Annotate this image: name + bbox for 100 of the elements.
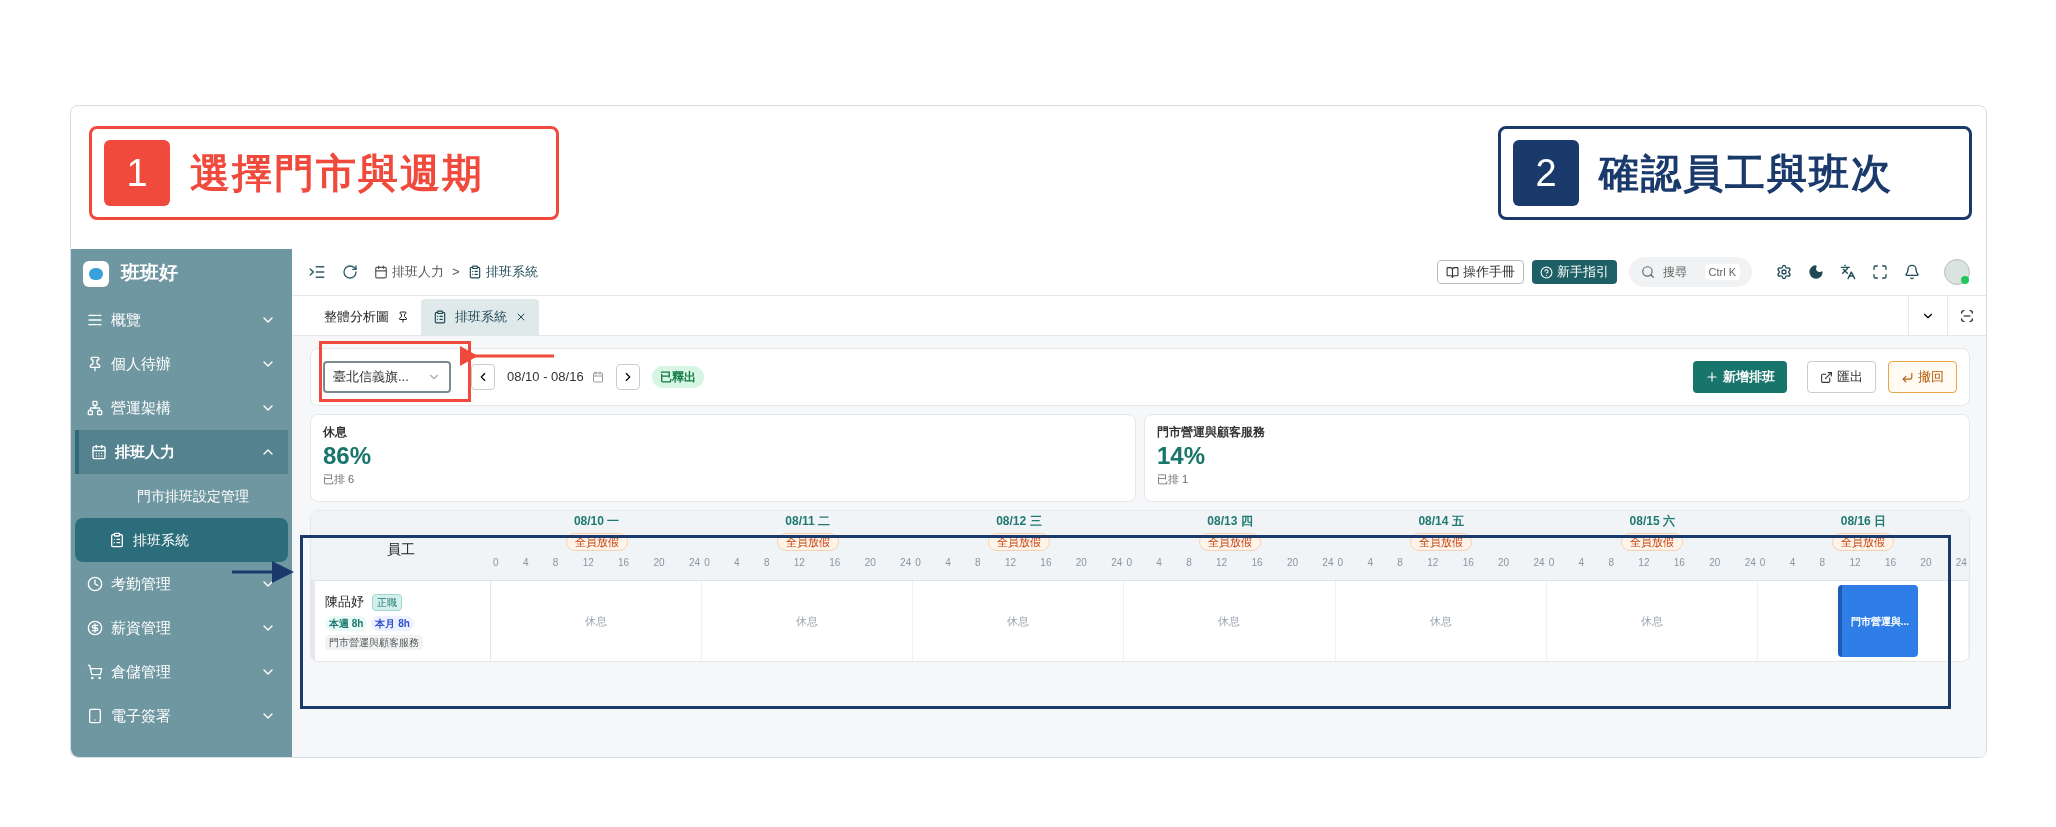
sidebar-subitem[interactable]: 門市排班設定管理 xyxy=(75,474,288,518)
hour-tick: 4 xyxy=(734,556,740,570)
hour-tick: 4 xyxy=(1367,556,1373,570)
sidebar-item[interactable]: 考勤管理 xyxy=(75,562,288,606)
sidebar-item[interactable]: 排班人力 xyxy=(75,430,288,474)
hour-tick: 12 xyxy=(582,556,594,570)
hour-tick: 16 xyxy=(829,556,841,570)
rest-label: 休息 xyxy=(1218,613,1241,629)
hour-tick: 24 xyxy=(1322,556,1334,570)
step-number: 1 xyxy=(104,140,170,206)
hour-tick: 24 xyxy=(688,556,701,570)
hour-tick: 16 xyxy=(1462,556,1474,570)
sidebar-item[interactable]: 薪資管理 xyxy=(75,606,288,650)
breadcrumb-link[interactable]: 排班人力 xyxy=(392,262,444,282)
hour-tick: 0 xyxy=(1548,556,1555,570)
search-icon xyxy=(1640,265,1655,279)
menu-icon[interactable] xyxy=(308,263,326,281)
sidebar-item[interactable]: 個人待辦 xyxy=(75,342,288,386)
callout-title: 確認員工與班次 xyxy=(1599,150,1893,197)
hour-tick: 24 xyxy=(1744,556,1756,570)
sidebar-item[interactable]: 倉儲管理 xyxy=(75,650,288,694)
hour-tick: 12 xyxy=(793,556,805,570)
moon-icon[interactable] xyxy=(1808,264,1824,280)
search-field[interactable]: 搜尋 xyxy=(1662,263,1697,281)
hour-tick: 20 xyxy=(1920,556,1932,570)
hour-tick: 16 xyxy=(618,556,630,570)
role-tag: 門市營運與顧客服務 xyxy=(325,634,423,650)
clipboard-icon xyxy=(109,532,125,548)
hour-tick: 4 xyxy=(1789,556,1796,570)
next-week-button[interactable] xyxy=(615,364,640,390)
scan-icon[interactable] xyxy=(1960,308,1974,323)
hour-tick: 24 xyxy=(1533,556,1545,570)
menu-item-icon xyxy=(91,444,107,460)
refresh-icon[interactable] xyxy=(342,264,358,280)
hour-tick: 4 xyxy=(1578,556,1585,570)
hour-tick: 4 xyxy=(945,556,951,570)
pin-icon[interactable] xyxy=(397,311,409,323)
pointer-arrow xyxy=(232,561,294,583)
hour-tick: 0 xyxy=(915,556,921,570)
menu-item-icon xyxy=(87,620,103,636)
stat-count: 已排 6 xyxy=(323,472,356,487)
revoke-button[interactable]: 撤回 xyxy=(1888,361,1957,393)
menu-item-icon xyxy=(87,312,103,328)
employee-name: 陳品妤 xyxy=(325,593,364,612)
breadcrumb-separator: > xyxy=(452,263,460,282)
settings-icon[interactable] xyxy=(1776,264,1792,280)
export-icon xyxy=(1820,370,1833,384)
hour-tick: 16 xyxy=(1673,556,1685,570)
stat-percent: 14% xyxy=(1157,441,1207,471)
sidebar-item[interactable]: 電子簽署 xyxy=(75,694,288,738)
callout-title: 選擇門市與週期 xyxy=(190,150,484,197)
hour-tick: 4 xyxy=(522,556,529,570)
sidebar-item[interactable]: 營運架構 xyxy=(75,386,288,430)
day-header: 08/16 日 xyxy=(1840,513,1887,529)
rest-label: 休息 xyxy=(1640,613,1663,629)
guide-button[interactable]: 新手指引 xyxy=(1531,260,1617,284)
hour-tick: 12 xyxy=(1849,556,1861,570)
hour-tick: 8 xyxy=(552,556,559,570)
hour-tick: 16 xyxy=(1251,556,1263,570)
tab[interactable]: 排班系統 xyxy=(421,299,539,335)
brand-name: 班班好 xyxy=(121,261,178,286)
week-range[interactable]: 08/10 - 08/16 xyxy=(507,367,584,387)
stat-title: 門市營運與顧客服務 xyxy=(1157,424,1266,441)
week-hours-badge: 本週 8h xyxy=(325,615,368,631)
sidebar-item[interactable]: 概覽 xyxy=(75,298,288,342)
tab[interactable]: 整體分析圖 xyxy=(312,299,421,335)
shift-block[interactable]: 門市營運與... xyxy=(1837,585,1918,657)
month-hours-badge: 本月 8h xyxy=(371,615,414,631)
hour-tick: 8 xyxy=(1819,556,1826,570)
menu-item-icon xyxy=(87,356,103,372)
previous-week-button[interactable] xyxy=(471,364,495,390)
hour-tick: 12 xyxy=(1216,556,1228,570)
column-header: 員工 xyxy=(387,540,415,559)
day-header: 08/10 一 xyxy=(573,513,620,529)
hour-tick: 12 xyxy=(1427,556,1439,570)
add-schedule-button[interactable]: 新增排班 xyxy=(1693,361,1787,393)
translate-icon[interactable] xyxy=(1840,264,1856,280)
day-header: 08/14 五 xyxy=(1418,513,1464,529)
undo-icon xyxy=(1901,370,1914,384)
clipboard-icon xyxy=(467,265,482,279)
hour-tick: 20 xyxy=(864,556,876,570)
manual-button[interactable]: 操作手冊 xyxy=(1436,260,1524,284)
status-badge: 已釋出 xyxy=(651,366,704,388)
hour-tick: 8 xyxy=(1186,556,1192,570)
calendar-icon[interactable] xyxy=(591,371,604,383)
fullscreen-icon[interactable] xyxy=(1872,264,1888,280)
hour-tick: 12 xyxy=(1638,556,1650,570)
stat-title: 休息 xyxy=(323,424,348,441)
store-select[interactable]: 臺北信義旗... xyxy=(323,361,451,393)
sidebar-subitem[interactable]: 排班系統 xyxy=(75,518,288,562)
hour-tick: 16 xyxy=(1040,556,1052,570)
day-header: 08/15 六 xyxy=(1629,513,1675,529)
rest-label: 休息 xyxy=(1429,613,1452,629)
stat-percent: 86% xyxy=(323,441,373,471)
notification-icon[interactable] xyxy=(1904,264,1920,280)
export-button[interactable]: 匯出 xyxy=(1807,361,1876,393)
rest-label: 休息 xyxy=(585,613,608,629)
close-icon[interactable] xyxy=(515,311,527,323)
hour-tick: 0 xyxy=(493,556,499,570)
hour-tick: 8 xyxy=(975,556,981,570)
